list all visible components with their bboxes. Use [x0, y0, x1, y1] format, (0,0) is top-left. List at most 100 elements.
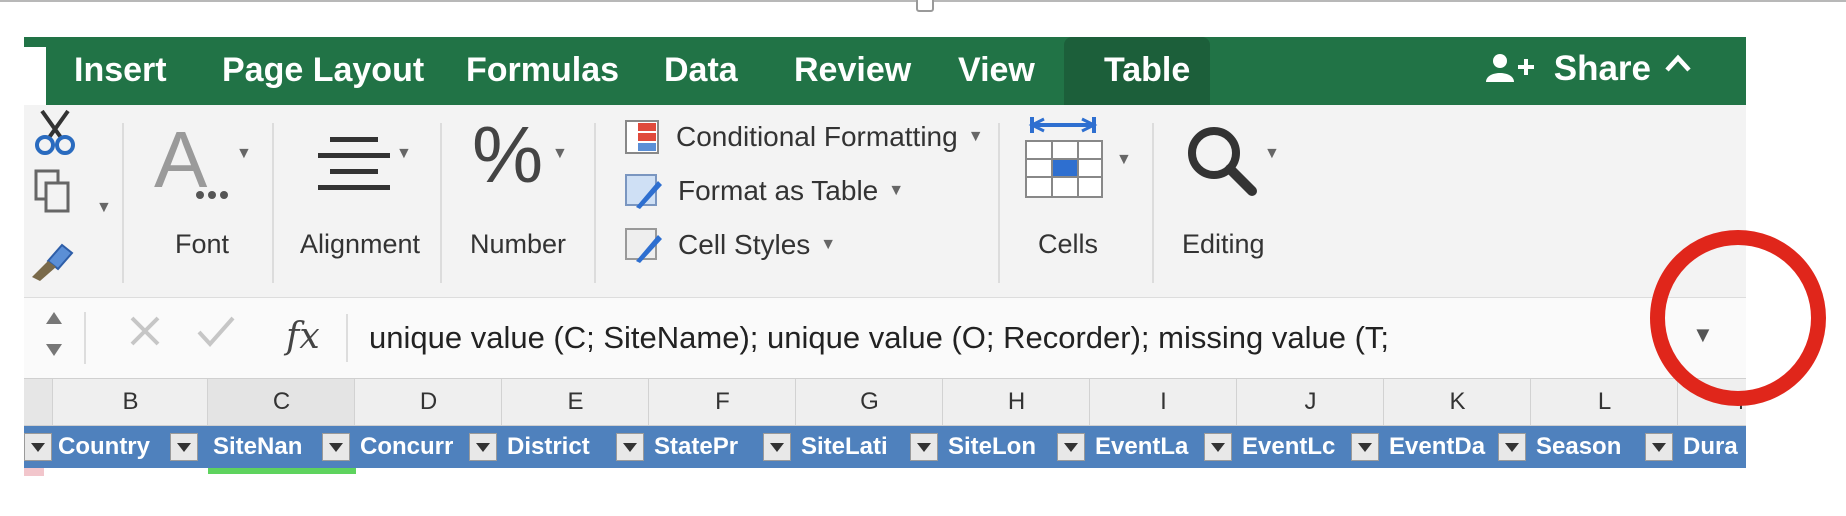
column-header[interactable]: I [1089, 379, 1237, 425]
column-header[interactable]: J [1236, 379, 1384, 425]
filter-dropdown-button[interactable] [322, 433, 350, 461]
format-table-icon [625, 174, 662, 209]
ribbon-panel: ▼ A ▼ Font ▼ Alignment % ▼ Number Condit… [24, 105, 1746, 297]
filter-dropdown-button[interactable] [24, 433, 52, 461]
filter-dropdown-button[interactable] [1204, 433, 1232, 461]
name-box-stepper[interactable] [42, 306, 66, 367]
table-header-cell: EventLa [1095, 433, 1189, 460]
font-group-label: Font [175, 229, 230, 259]
annotation-circle [1650, 230, 1826, 406]
column-header[interactable]: F [648, 379, 796, 425]
table-header-cell: Dura [1683, 433, 1738, 460]
conditional-formatting-caret: ▼ [967, 128, 984, 145]
column-header[interactable]: G [795, 379, 943, 425]
column-header-row: B C D E F G H I J K L M [24, 379, 1746, 426]
column-header[interactable]: E [501, 379, 649, 425]
cells-dropdown-caret[interactable]: ▼ [1116, 151, 1132, 169]
home-tab-stub[interactable] [24, 47, 46, 105]
formula-bar: fx unique value (C; SiteName); unique va… [24, 297, 1746, 380]
ribbon-separator [1152, 123, 1154, 283]
tab-formulas[interactable]: Formulas [466, 51, 619, 90]
formula-bar-divider [84, 312, 86, 364]
table-header-cell: Concurr [360, 433, 454, 460]
alignment-group-label: Alignment [300, 229, 421, 259]
conditional-formatting-icon [625, 120, 659, 154]
column-header[interactable]: B [52, 379, 208, 425]
font-icon[interactable]: A [154, 115, 230, 210]
editing-group-label: Editing [1182, 229, 1265, 259]
table-header-cell: Country [58, 433, 150, 460]
conditional-formatting-button[interactable]: Conditional Formatting ▼ [624, 117, 984, 157]
copy-dropdown-caret[interactable]: ▼ [96, 199, 112, 217]
number-group-label: Number [470, 229, 567, 259]
cancel-icon[interactable] [128, 314, 162, 358]
table-header-cell: Season [1536, 433, 1622, 460]
ribbon-separator [122, 123, 124, 283]
table-header-cell: StatePr [654, 433, 739, 460]
tab-table[interactable]: Table [1064, 37, 1210, 105]
table-header-cell: SiteNan [213, 433, 303, 460]
cell-styles-label: Cell Styles [678, 229, 811, 260]
copy-icon[interactable] [32, 169, 76, 220]
cells-group-label: Cells [1038, 229, 1099, 259]
cell-styles-caret: ▼ [820, 236, 837, 253]
column-header[interactable]: K [1383, 379, 1531, 425]
enter-icon[interactable] [196, 314, 236, 358]
insert-function-button[interactable]: fx [286, 316, 320, 357]
formula-input[interactable]: unique value (C; SiteName); unique value… [369, 320, 1389, 356]
excel-window: Insert Page Layout Formulas Data Review … [24, 37, 1746, 497]
filter-dropdown-button[interactable] [469, 433, 497, 461]
conditional-formatting-label: Conditional Formatting [676, 121, 958, 152]
filter-dropdown-button[interactable] [1057, 433, 1085, 461]
format-as-table-label: Format as Table [678, 175, 879, 206]
table-header-row: Country SiteNan Concurr District StatePr… [24, 426, 1746, 468]
share-button[interactable]: Share [1484, 49, 1651, 89]
table-header-cell: EventLc [1242, 433, 1336, 460]
formula-bar-divider [346, 314, 348, 362]
tab-review[interactable]: Review [794, 51, 911, 90]
align-icon[interactable] [316, 135, 392, 196]
filter-dropdown-button[interactable] [910, 433, 938, 461]
ribbon-separator [272, 123, 274, 283]
column-header[interactable]: H [942, 379, 1090, 425]
filter-dropdown-button[interactable] [1351, 433, 1379, 461]
number-dropdown-caret[interactable]: ▼ [552, 145, 568, 163]
filter-dropdown-button[interactable] [616, 433, 644, 461]
format-as-table-caret: ▼ [888, 182, 905, 199]
column-header[interactable]: C [207, 379, 355, 425]
filter-dropdown-button[interactable] [1498, 433, 1526, 461]
resize-handle[interactable] [916, 0, 934, 12]
filter-dropdown-button[interactable] [170, 433, 198, 461]
tab-insert[interactable]: Insert [74, 51, 167, 90]
table-header-cell: District [507, 433, 590, 460]
cut-icon[interactable] [32, 109, 78, 162]
collapse-ribbon-icon[interactable] [1664, 45, 1692, 88]
share-label: Share [1553, 49, 1652, 88]
format-as-table-button[interactable]: Format as Table ▼ [624, 171, 904, 211]
ribbon-tab-bar: Insert Page Layout Formulas Data Review … [24, 37, 1746, 105]
percent-icon[interactable]: % [472, 115, 543, 195]
cell-styles-button[interactable]: Cell Styles ▼ [624, 225, 836, 265]
row-marker [24, 468, 44, 476]
filter-dropdown-button[interactable] [763, 433, 791, 461]
tab-view[interactable]: View [958, 51, 1035, 90]
ribbon-separator [998, 123, 1000, 283]
table-header-cell: SiteLati [801, 433, 888, 460]
ribbon-separator [440, 123, 442, 283]
filter-dropdown-button[interactable] [1645, 433, 1673, 461]
editing-dropdown-caret[interactable]: ▼ [1264, 145, 1280, 163]
search-icon[interactable] [1184, 123, 1260, 204]
column-header[interactable]: L [1530, 379, 1678, 425]
select-all-corner[interactable] [24, 379, 52, 425]
selected-cell-indicator [208, 468, 356, 474]
tab-page-layout[interactable]: Page Layout [222, 51, 424, 90]
format-painter-icon[interactable] [28, 237, 78, 288]
font-dropdown-caret[interactable]: ▼ [236, 145, 252, 163]
column-header[interactable]: D [354, 379, 502, 425]
table-header-cell: EventDa [1389, 433, 1486, 460]
share-person-icon [1486, 54, 1534, 82]
cells-icon[interactable] [1024, 115, 1106, 206]
cell-styles-icon [625, 228, 662, 263]
tab-data[interactable]: Data [664, 51, 738, 90]
alignment-dropdown-caret[interactable]: ▼ [396, 145, 412, 163]
